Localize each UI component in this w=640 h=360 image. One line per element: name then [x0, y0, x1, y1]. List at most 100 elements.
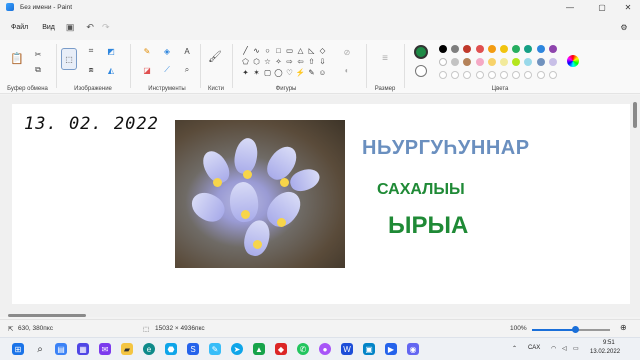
gear-icon[interactable]: ⚙ [614, 20, 634, 34]
save-icon[interactable]: ▣ [66, 22, 75, 33]
custom-color-slot[interactable] [475, 71, 484, 79]
magnifier-icon[interactable]: ⌕ [181, 64, 193, 76]
secondary-color-swatch[interactable] [415, 65, 427, 77]
primary-color-swatch[interactable] [414, 45, 428, 59]
palette-color-swatch[interactable] [487, 58, 496, 66]
rotate-icon[interactable]: ◭ [105, 64, 117, 76]
custom-color-slot[interactable] [548, 71, 557, 79]
palette-color-swatch[interactable] [463, 45, 472, 53]
crop-icon[interactable]: ⌗ [85, 45, 97, 57]
palette-color-swatch[interactable] [439, 45, 447, 53]
paste-icon[interactable]: 📋 [10, 50, 24, 66]
custom-color-slot[interactable] [512, 71, 521, 79]
store-icon[interactable]: ⬣ [165, 343, 177, 355]
shape-option[interactable]: ✎ [306, 67, 317, 78]
palette-color-swatch[interactable] [487, 45, 496, 53]
shape-option[interactable]: ⇨ [284, 56, 295, 67]
language-indicator[interactable]: САХ [528, 345, 540, 351]
search-icon[interactable]: ⌕ [34, 343, 46, 355]
palette-color-swatch[interactable] [548, 45, 557, 53]
palette-color-swatch[interactable] [475, 45, 484, 53]
shape-option[interactable]: ▢ [262, 67, 273, 78]
chat-icon[interactable]: ✉ [99, 343, 111, 355]
palette-color-swatch[interactable] [451, 45, 460, 53]
volume-icon[interactable]: ◁ [562, 345, 567, 352]
windows-start-icon[interactable]: ⊞ [12, 343, 24, 355]
palette-color-swatch[interactable] [499, 58, 508, 66]
edge-browser-icon[interactable]: e [143, 343, 155, 355]
shape-option[interactable]: ╱ [240, 45, 251, 56]
app-icon-purple[interactable]: ● [319, 343, 331, 355]
palette-color-swatch[interactable] [512, 45, 521, 53]
palette-color-swatch[interactable] [536, 45, 545, 53]
image-background-icon[interactable]: ⧈ [85, 64, 97, 76]
custom-color-slot[interactable] [487, 71, 496, 79]
cut-icon[interactable]: ✂ [32, 48, 44, 60]
custom-color-slot[interactable] [524, 71, 533, 79]
shape-option[interactable]: ⬠ [240, 56, 251, 67]
minimize-button[interactable]: — [560, 0, 580, 14]
shape-option[interactable]: ◯ [273, 67, 284, 78]
fill-icon[interactable]: ◈ [161, 45, 173, 57]
shape-option[interactable]: ✧ [273, 56, 284, 67]
drawing-canvas[interactable]: 13. 02. 2022 НЬУРГУҺУННАР САХАЛЫЫ ЫРЫА [12, 104, 630, 304]
shape-option[interactable]: ☺ [317, 67, 328, 78]
telegram-icon[interactable]: ➤ [231, 343, 243, 355]
shape-option[interactable]: △ [295, 45, 306, 56]
text-icon[interactable]: A [181, 45, 193, 57]
zoom-in-icon[interactable]: ⊕ [620, 323, 627, 332]
zoom-slider-knob[interactable] [571, 326, 579, 333]
skype-icon[interactable]: S [187, 343, 199, 355]
redo-icon[interactable]: ↷ [102, 22, 110, 33]
close-button[interactable]: ✕ [618, 0, 638, 14]
edit-colors-icon[interactable] [567, 55, 579, 67]
palette-color-swatch[interactable] [439, 58, 447, 66]
shape-option[interactable]: ✦ [240, 67, 251, 78]
shape-option[interactable]: ○ [262, 45, 273, 56]
pencil-icon[interactable]: ✎ [141, 45, 153, 57]
paint-taskbar-icon[interactable]: ✎ [209, 343, 221, 355]
shape-option[interactable]: ◺ [306, 45, 317, 56]
vertical-scrollbar[interactable] [633, 102, 637, 128]
palette-color-swatch[interactable] [524, 58, 533, 66]
custom-color-slot[interactable] [463, 71, 472, 79]
custom-color-slot[interactable] [439, 71, 447, 79]
shape-option[interactable]: □ [273, 45, 284, 56]
palette-color-swatch[interactable] [463, 58, 472, 66]
palette-color-swatch[interactable] [451, 58, 460, 66]
copy-icon[interactable]: ⧉ [32, 64, 44, 76]
palette-color-swatch[interactable] [475, 58, 484, 66]
custom-color-slot[interactable] [499, 71, 508, 79]
shape-option[interactable]: ⚡ [295, 67, 306, 78]
horizontal-scrollbar[interactable] [8, 314, 86, 317]
outline-icon[interactable]: ⊘ [341, 46, 353, 58]
palette-color-swatch[interactable] [548, 58, 557, 66]
shape-option[interactable]: ⇦ [295, 56, 306, 67]
menu-view[interactable]: Вид [39, 22, 58, 33]
brush-icon[interactable]: 🖌 [208, 50, 222, 63]
maximize-button[interactable]: ▢ [592, 0, 612, 14]
clock-date[interactable]: 13.02.2022 [590, 349, 620, 355]
shape-option[interactable]: ▭ [284, 45, 295, 56]
file-explorer-icon[interactable]: ▰ [121, 343, 133, 355]
shape-option[interactable]: ∿ [251, 45, 262, 56]
resize-icon[interactable]: ◩ [105, 45, 117, 57]
app-icon-red[interactable]: ◆ [275, 343, 287, 355]
whatsapp-icon[interactable]: ✆ [297, 343, 309, 355]
custom-color-slot[interactable] [451, 71, 460, 79]
line-width-icon[interactable]: ≡ [379, 52, 391, 64]
clock-time[interactable]: 9:51 [603, 340, 615, 346]
palette-color-swatch[interactable] [524, 45, 533, 53]
shape-option[interactable]: ⇩ [317, 56, 328, 67]
shape-option[interactable]: ⇧ [306, 56, 317, 67]
shape-option[interactable]: ✶ [251, 67, 262, 78]
menu-file[interactable]: Файл [8, 22, 31, 33]
zoom-slider[interactable] [532, 326, 610, 333]
palette-color-swatch[interactable] [536, 58, 545, 66]
app-icon-blue[interactable]: ▣ [363, 343, 375, 355]
eraser-icon[interactable]: ◪ [141, 64, 153, 76]
tray-chevron-icon[interactable]: ⌃ [512, 345, 517, 352]
shape-option[interactable]: ◇ [317, 45, 328, 56]
shape-option[interactable]: ⬡ [251, 56, 262, 67]
word-icon[interactable]: W [341, 343, 353, 355]
